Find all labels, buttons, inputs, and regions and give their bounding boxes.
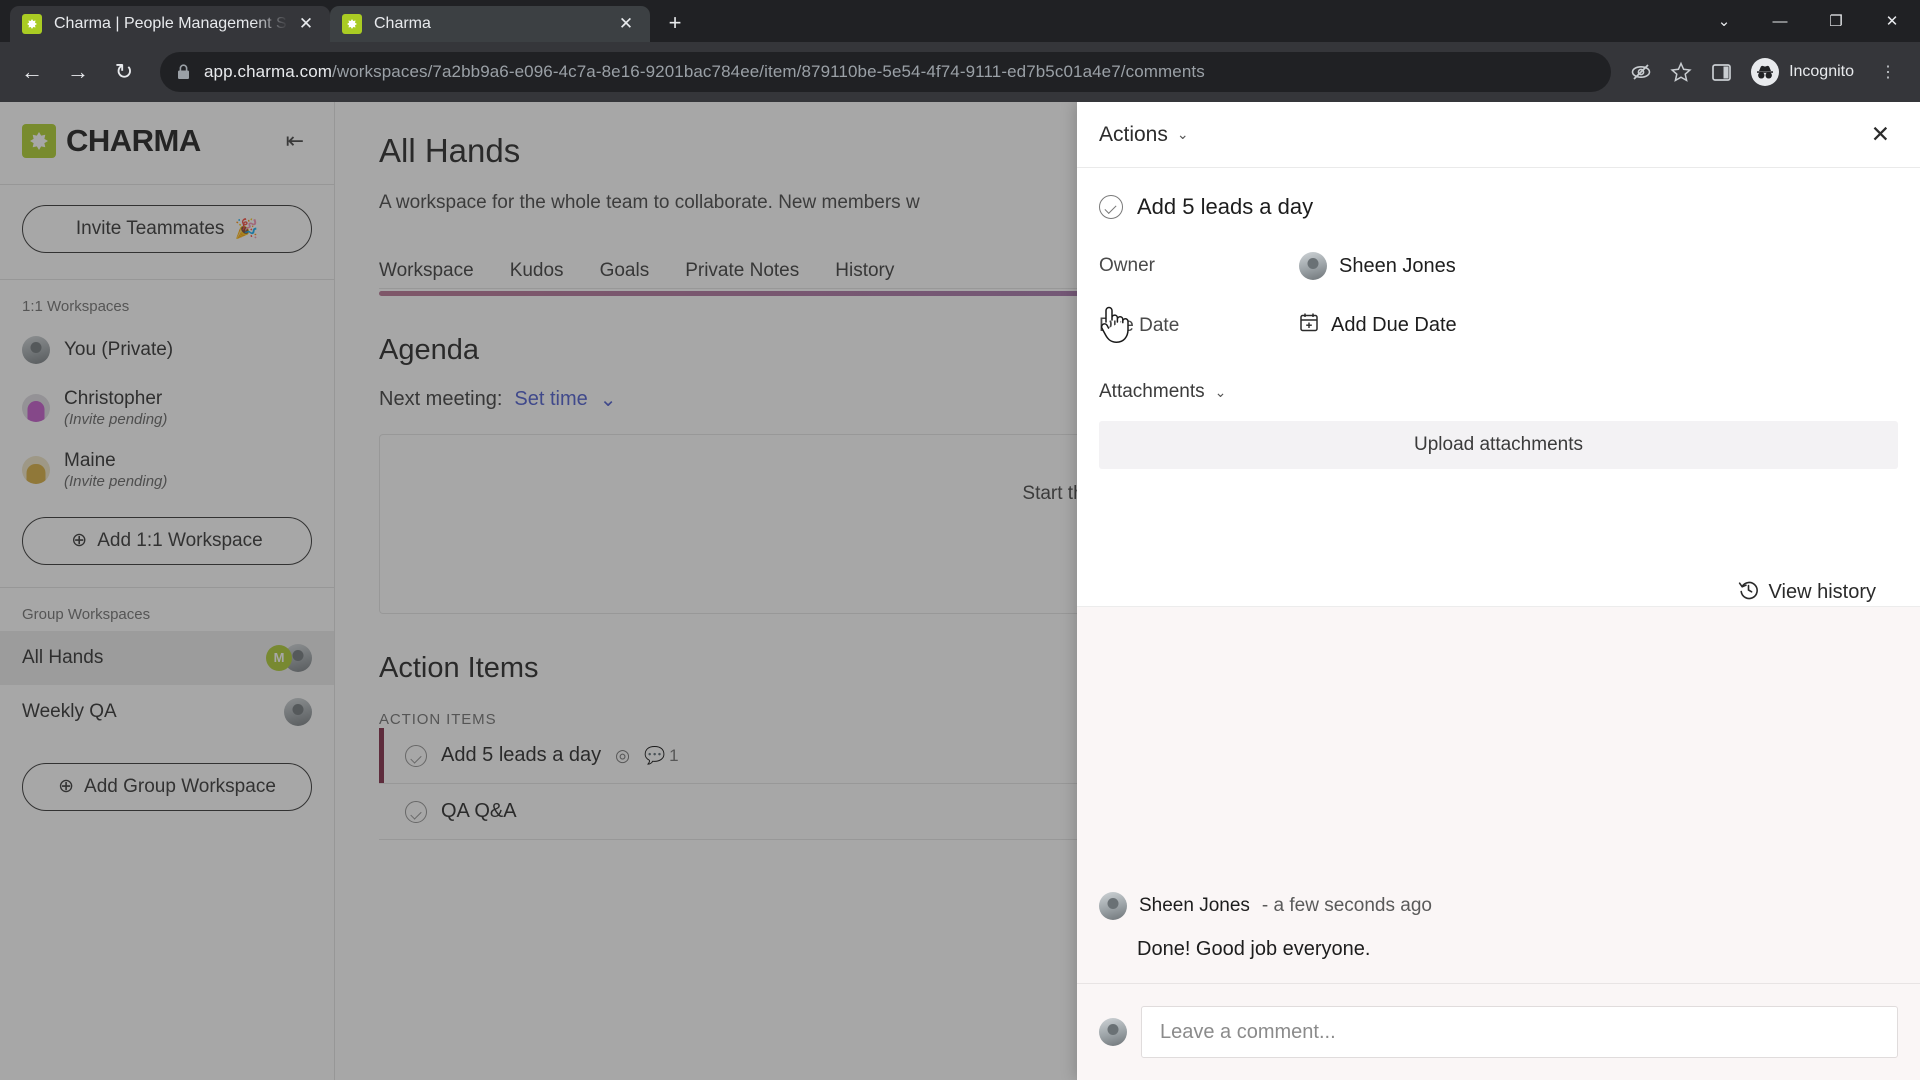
upload-attachments-button[interactable]: Upload attachments: [1099, 421, 1898, 469]
close-icon[interactable]: ✕: [294, 12, 318, 36]
browser-menu-icon[interactable]: ⋮: [1868, 52, 1908, 92]
incognito-icon: [1751, 58, 1780, 86]
comment-input[interactable]: [1141, 1006, 1898, 1058]
chevron-down-icon: ⌄: [1214, 383, 1227, 400]
close-icon[interactable]: ✕: [614, 12, 638, 36]
tracking-protection-icon[interactable]: [1621, 52, 1661, 92]
upload-label: Upload attachments: [1414, 434, 1583, 455]
tab-title: Charma | People Management S: [54, 15, 287, 32]
task-detail-panel: Actions ⌄ ✕ Add 5 leads a day Owner Shee…: [1077, 102, 1920, 1080]
calendar-icon: [1299, 312, 1319, 339]
due-date-value[interactable]: Add Due Date: [1299, 312, 1457, 339]
close-window-icon[interactable]: ✕: [1864, 0, 1920, 42]
attachments-section-header[interactable]: Attachments ⌄: [1099, 381, 1898, 403]
due-date-text: Add Due Date: [1331, 314, 1457, 336]
comment-composer: [1077, 983, 1920, 1080]
url-path: /workspaces/7a2bb9a6-e096-4c7a-8e16-9201…: [332, 62, 1205, 81]
attachments-label: Attachments: [1099, 381, 1205, 402]
tab-strip: Charma | People Management S ✕ Charma ✕ …: [0, 0, 1920, 42]
close-panel-icon[interactable]: ✕: [1863, 115, 1898, 154]
browser-tab-1[interactable]: Charma | People Management S ✕: [10, 6, 330, 42]
due-date-label: Due Date: [1099, 314, 1180, 336]
lock-icon: [174, 64, 192, 80]
page-viewport: CHARMA ⇤ Invite Teammates 🎉 1:1 Workspac…: [0, 102, 1920, 1080]
forward-icon[interactable]: →: [58, 52, 98, 92]
address-bar[interactable]: app.charma.com/workspaces/7a2bb9a6-e096-…: [160, 52, 1612, 92]
minimize-icon[interactable]: —: [1752, 0, 1808, 42]
task-checkbox-icon[interactable]: [1099, 195, 1123, 219]
side-panel-icon[interactable]: [1701, 52, 1741, 92]
task-title-row: Add 5 leads a day: [1099, 194, 1898, 220]
charma-icon: [22, 14, 42, 34]
incognito-profile-chip[interactable]: Incognito: [1743, 54, 1868, 90]
actions-label: Actions: [1099, 122, 1168, 146]
comment-header: Sheen Jones - a few seconds ago: [1099, 892, 1898, 920]
avatar: [1099, 1018, 1127, 1046]
new-tab-button[interactable]: +: [658, 6, 692, 40]
actions-dropdown[interactable]: Actions ⌄: [1099, 123, 1189, 147]
panel-body: Add 5 leads a day Owner Sheen Jones Due …: [1077, 168, 1920, 606]
tab-search-icon[interactable]: ⌄: [1696, 0, 1752, 42]
back-icon[interactable]: ←: [12, 52, 52, 92]
avatar: [1099, 892, 1127, 920]
comment-item: Sheen Jones - a few seconds ago Done! Go…: [1077, 892, 1920, 983]
view-history-button[interactable]: View history: [1099, 579, 1898, 606]
owner-label: Owner: [1099, 255, 1155, 276]
avatar: [1299, 252, 1327, 280]
url-host: app.charma.com: [204, 62, 333, 81]
profile-label: Incognito: [1789, 63, 1854, 80]
comments-section: Sheen Jones - a few seconds ago Done! Go…: [1077, 606, 1920, 1080]
tab-title: Charma: [374, 15, 431, 32]
owner-name: Sheen Jones: [1339, 254, 1456, 277]
browser-toolbar: ← → ↻ app.charma.com/workspaces/7a2bb9a6…: [0, 42, 1920, 102]
view-history-label: View history: [1768, 581, 1876, 603]
comment-timestamp: - a few seconds ago: [1261, 895, 1432, 916]
charma-icon: [342, 14, 362, 34]
owner-field: Owner Sheen Jones: [1099, 252, 1898, 280]
comment-author: Sheen Jones: [1139, 895, 1250, 916]
comment-body: Done! Good job everyone.: [1137, 938, 1371, 960]
window-controls: ⌄ — ❐ ✕: [1696, 0, 1920, 42]
due-date-field: Due Date Add Due Date: [1099, 312, 1898, 339]
task-title: Add 5 leads a day: [1137, 194, 1314, 219]
bookmark-star-icon[interactable]: [1661, 52, 1701, 92]
browser-window: Charma | People Management S ✕ Charma ✕ …: [0, 0, 1920, 1080]
browser-tab-2[interactable]: Charma ✕: [330, 6, 650, 42]
chevron-down-icon: ⌄: [1176, 126, 1189, 142]
history-icon: [1738, 579, 1759, 606]
owner-value[interactable]: Sheen Jones: [1299, 252, 1456, 280]
url-text: app.charma.com/workspaces/7a2bb9a6-e096-…: [204, 62, 1205, 82]
panel-header: Actions ⌄ ✕: [1077, 102, 1920, 168]
maximize-icon[interactable]: ❐: [1808, 0, 1864, 42]
reload-icon[interactable]: ↻: [104, 52, 144, 92]
